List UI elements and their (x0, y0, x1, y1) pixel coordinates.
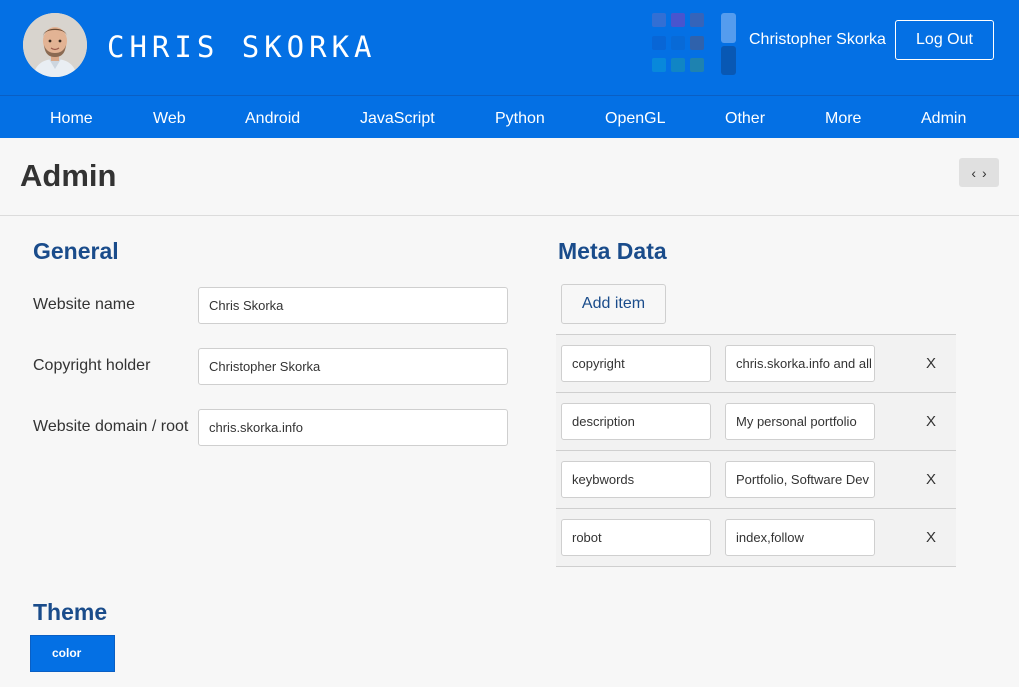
remove-row-button[interactable]: X (920, 527, 942, 549)
nav-item-opengl[interactable]: OpenGL (605, 96, 665, 139)
color-picker-button[interactable]: color (30, 635, 115, 672)
nav-item-other[interactable]: Other (725, 96, 765, 139)
nav-item-web[interactable]: Web (153, 96, 186, 139)
remove-row-button[interactable]: X (920, 411, 942, 433)
website-domain-label: Website domain / root (33, 418, 189, 435)
nav-item-more[interactable]: More (825, 96, 861, 139)
meta-key-input[interactable]: robot (561, 519, 711, 556)
remove-row-button[interactable]: X (920, 469, 942, 491)
pager-button[interactable]: ‹ › (959, 158, 999, 187)
meta-value-input[interactable]: chris.skorka.info and all (725, 345, 875, 382)
website-domain-input[interactable]: chris.skorka.info (198, 409, 508, 446)
nav-item-javascript[interactable]: JavaScript (360, 96, 435, 139)
copyright-holder-label: Copyright holder (33, 357, 151, 374)
copyright-holder-input[interactable]: Christopher Skorka (198, 348, 508, 385)
meta-data-section-title: Meta Data (558, 238, 667, 264)
nav-item-home[interactable]: Home (50, 96, 93, 139)
main-nav: Home Web Android JavaScript Python OpenG… (0, 95, 1019, 138)
site-title[interactable]: CHRIS SKORKA (107, 30, 377, 64)
website-name-input[interactable]: Chris Skorka (198, 287, 508, 324)
theme-section-title: Theme (33, 599, 108, 625)
nav-item-android[interactable]: Android (245, 96, 300, 139)
meta-value-input[interactable]: index,follow (725, 519, 875, 556)
meta-key-input[interactable]: keybwords (561, 461, 711, 498)
nav-item-admin[interactable]: Admin (921, 96, 966, 139)
avatar[interactable] (23, 13, 87, 77)
meta-key-input[interactable]: description (561, 403, 711, 440)
nav-item-python[interactable]: Python (495, 96, 545, 139)
general-section-title: General (33, 238, 119, 264)
header-divider (0, 215, 1019, 216)
meta-value-input[interactable]: My personal portfolio (725, 403, 875, 440)
meta-key-input[interactable]: copyright (561, 345, 711, 382)
meta-row: description My personal portfolio X (556, 392, 956, 450)
logout-button[interactable]: Log Out (895, 20, 994, 60)
remove-row-button[interactable]: X (920, 353, 942, 375)
add-item-button[interactable]: Add item (561, 284, 666, 324)
meta-row: robot index,follow X (556, 508, 956, 567)
chevron-right-icon[interactable]: › (982, 166, 987, 180)
site-header: CHRIS SKORKA Christopher Skorka Log Out (0, 0, 1019, 95)
page-title: Admin (20, 158, 117, 193)
meta-row: keybwords Portfolio, Software Dev X (556, 450, 956, 508)
website-name-label: Website name (33, 296, 135, 313)
avatar-photo-icon (23, 13, 87, 77)
user-name: Christopher Skorka (749, 31, 886, 48)
chevron-left-icon[interactable]: ‹ (971, 166, 976, 180)
meta-value-input[interactable]: Portfolio, Software Dev (725, 461, 875, 498)
meta-row: copyright chris.skorka.info and all X (556, 334, 956, 392)
grid-logo-icon (652, 13, 738, 75)
